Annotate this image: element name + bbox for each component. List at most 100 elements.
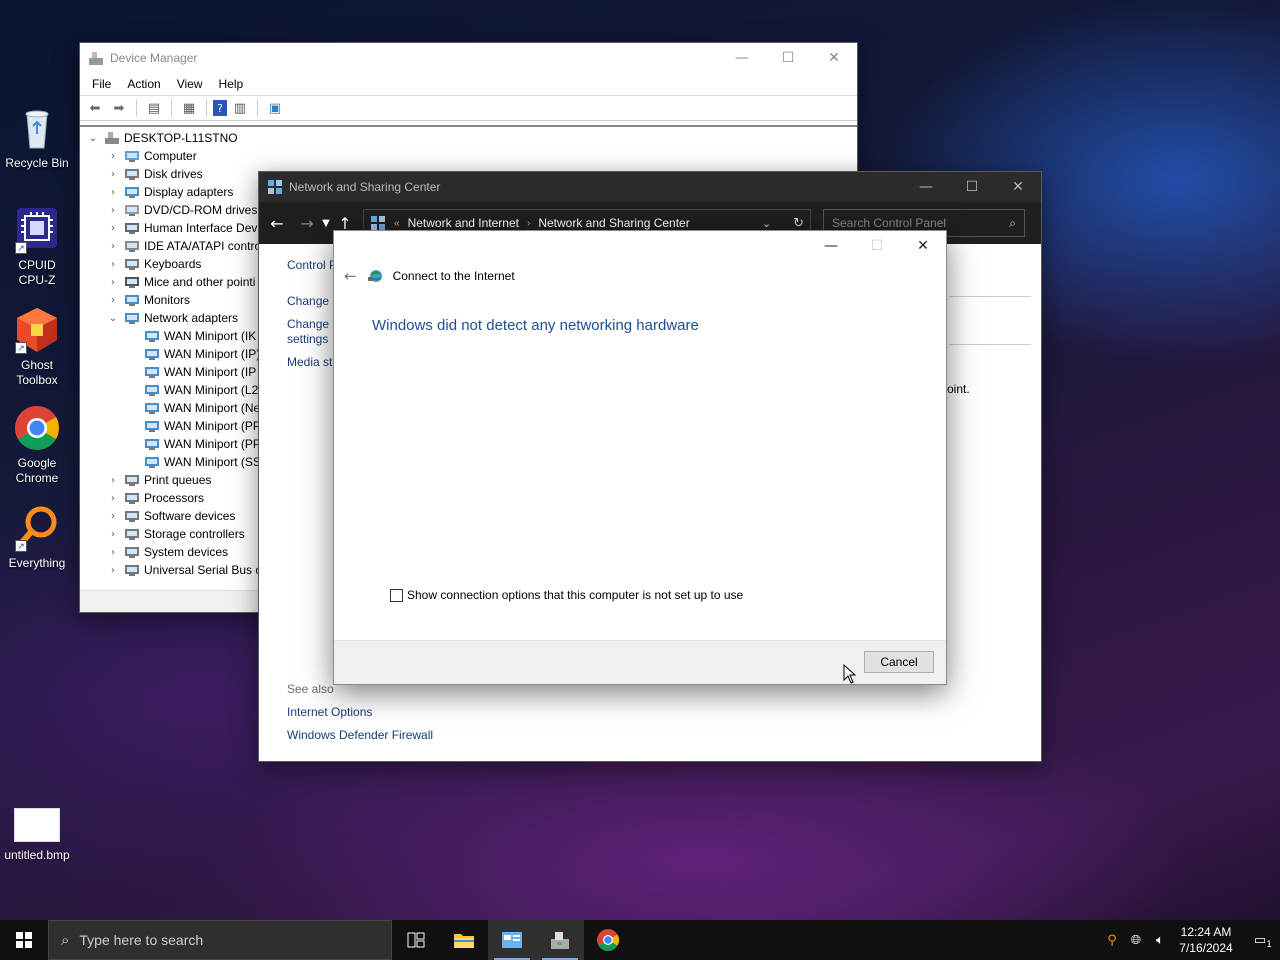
view-icon[interactable]: ▥ <box>229 98 251 118</box>
tree-root[interactable]: ⌄ DESKTOP-L11STNO <box>86 129 238 147</box>
close-button[interactable]: ✕ <box>811 43 857 73</box>
taskbar-chrome[interactable] <box>584 920 632 960</box>
help-icon[interactable]: ? <box>213 100 227 116</box>
tree-network-adapter[interactable]: WAN Miniport (IP <box>126 363 256 381</box>
minimize-button[interactable]: — <box>808 231 854 261</box>
show-options-checkbox-label[interactable]: Show connection options that this comput… <box>407 588 743 602</box>
tree-category[interactable]: › Mice and other pointi <box>106 273 255 291</box>
menu-file[interactable]: File <box>84 77 119 91</box>
taskbar-file-explorer[interactable] <box>440 920 488 960</box>
volume-muted-icon[interactable]: 🔈︎ <box>1148 933 1172 948</box>
clock[interactable]: 12:24 AM 7/16/2024 <box>1172 924 1240 956</box>
back-arrow-icon[interactable]: ⬅ <box>84 98 106 118</box>
tree-network-adapter[interactable]: WAN Miniport (PP <box>126 435 261 453</box>
expand-chevron-icon[interactable]: › <box>106 277 120 288</box>
expand-chevron-icon[interactable]: › <box>106 493 120 504</box>
see-also-internet-options[interactable]: Internet Options <box>287 705 372 719</box>
collapse-chevron-icon[interactable]: ⌄ <box>106 313 120 324</box>
expand-chevron-icon[interactable]: › <box>106 151 120 162</box>
tree-category[interactable]: › Keyboards <box>106 255 201 273</box>
tree-category[interactable]: › Computer <box>106 147 197 165</box>
desktop-icon-ghost-toolbox[interactable]: ↗ Ghost Toolbox <box>0 306 74 388</box>
nsc-titlebar[interactable]: Network and Sharing Center — ☐ ✕ <box>259 172 1041 202</box>
tree-category[interactable]: › Monitors <box>106 291 190 309</box>
menu-view[interactable]: View <box>169 77 211 91</box>
forward-arrow-icon[interactable]: ➡ <box>108 98 130 118</box>
menu-help[interactable]: Help <box>211 77 252 91</box>
taskbar-search-box[interactable]: ⌕ Type here to search <box>48 920 392 960</box>
breadcrumb-network-internet[interactable]: Network and Internet <box>408 216 519 230</box>
expand-chevron-icon[interactable]: › <box>106 475 120 486</box>
tree-category[interactable]: › System devices <box>106 543 228 561</box>
tree-category[interactable]: › Display adapters <box>106 183 233 201</box>
tree-category[interactable]: ⌄ Network adapters <box>106 309 238 327</box>
taskbar-control-panel[interactable] <box>488 920 536 960</box>
tree-category[interactable]: › Universal Serial Bus co <box>106 561 268 579</box>
address-dropdown-chevron-icon[interactable]: ⌄ <box>762 217 771 230</box>
properties-icon[interactable]: ▦ <box>178 98 200 118</box>
expand-chevron-icon[interactable]: › <box>106 169 120 180</box>
tree-category[interactable]: › Disk drives <box>106 165 203 183</box>
tree-network-adapter[interactable]: WAN Miniport (Ne <box>126 399 260 417</box>
expand-chevron-icon[interactable]: › <box>106 241 120 252</box>
show-options-checkbox[interactable] <box>390 588 403 602</box>
close-button[interactable]: ✕ <box>995 172 1041 202</box>
sidebar-link-change-adapter[interactable]: Change a <box>287 294 339 308</box>
sidebar-link-control-panel-home[interactable]: Control P <box>287 258 337 272</box>
expand-chevron-icon[interactable]: › <box>106 295 120 306</box>
refresh-icon[interactable]: ↻ <box>793 215 804 231</box>
task-view-button[interactable] <box>392 920 440 960</box>
desktop-icon-chrome[interactable]: Google Chrome <box>0 404 74 486</box>
minimize-button[interactable]: — <box>719 43 765 73</box>
start-button[interactable] <box>0 920 48 960</box>
expand-chevron-icon[interactable]: › <box>106 547 120 558</box>
desktop-icon-cpuz[interactable]: ↗ CPUID CPU-Z <box>0 206 74 288</box>
desktop-icon-recycle-bin[interactable]: Recycle Bin <box>0 104 74 171</box>
scan-hardware-icon[interactable]: ▣ <box>264 98 286 118</box>
sidebar-link-settings[interactable]: settings <box>287 332 328 346</box>
tree-category[interactable]: › IDE ATA/ATAPI contro <box>106 237 261 255</box>
tree-network-adapter[interactable]: WAN Miniport (IP) <box>126 345 260 363</box>
tree-category[interactable]: › DVD/CD-ROM drives <box>106 201 257 219</box>
tree-network-adapter[interactable]: WAN Miniport (IK <box>126 327 256 345</box>
maximize-button[interactable]: ☐ <box>765 43 811 73</box>
expand-chevron-icon[interactable]: › <box>106 565 120 576</box>
tree-category[interactable]: › Storage controllers <box>106 525 245 543</box>
recent-locations-chevron-icon[interactable]: ▼ <box>319 218 333 229</box>
expand-chevron-icon[interactable]: › <box>106 259 120 270</box>
everything-tray-icon[interactable]: ⚲ <box>1100 933 1124 948</box>
network-globe-icon[interactable]: 🌐︎ <box>1124 933 1148 948</box>
tree-category[interactable]: › Processors <box>106 489 204 507</box>
show-hide-console-tree-icon[interactable]: ▤ <box>143 98 165 118</box>
expand-chevron-icon[interactable]: › <box>106 529 120 540</box>
desktop-icon-untitled-bmp[interactable]: untitled.bmp <box>0 808 74 863</box>
expand-chevron-icon[interactable]: › <box>106 187 120 198</box>
menu-action[interactable]: Action <box>119 77 168 91</box>
see-also-defender-firewall[interactable]: Windows Defender Firewall <box>287 728 433 742</box>
taskbar-device-manager[interactable] <box>536 920 584 960</box>
forward-arrow-icon[interactable]: → <box>295 214 319 233</box>
collapse-chevron-icon[interactable]: ⌄ <box>86 133 100 144</box>
close-button[interactable]: ✕ <box>900 231 946 261</box>
cancel-button[interactable]: Cancel <box>864 651 934 673</box>
expand-chevron-icon[interactable]: › <box>106 205 120 216</box>
expand-chevron-icon[interactable]: › <box>106 223 120 234</box>
maximize-button[interactable]: ☐ <box>949 172 995 202</box>
show-options-checkbox-row[interactable]: Show connection options that this comput… <box>390 588 743 602</box>
tree-network-adapter[interactable]: WAN Miniport (PP <box>126 417 261 435</box>
tree-category[interactable]: › Software devices <box>106 507 235 525</box>
minimize-button[interactable]: — <box>903 172 949 202</box>
tree-network-adapter[interactable]: WAN Miniport (L2 <box>126 381 258 399</box>
tree-category[interactable]: › Human Interface Devi <box>106 219 260 237</box>
back-arrow-icon[interactable]: ← <box>344 267 357 285</box>
device-manager-titlebar[interactable]: Device Manager — ☐ ✕ <box>80 43 857 73</box>
sidebar-link-change-advanced[interactable]: Change a <box>287 317 339 331</box>
desktop-icon-everything[interactable]: ↗ Everything <box>0 504 74 571</box>
tree-network-adapter[interactable]: WAN Miniport (SS <box>126 453 261 471</box>
action-center-icon[interactable]: ▭ 1 <box>1240 933 1280 950</box>
breadcrumb-network-sharing-center[interactable]: Network and Sharing Center <box>538 216 689 230</box>
tree-category[interactable]: › Print queues <box>106 471 211 489</box>
expand-chevron-icon[interactable]: › <box>106 511 120 522</box>
sidebar-link-media-streaming[interactable]: Media st <box>287 355 332 369</box>
back-arrow-icon[interactable]: ← <box>265 214 289 233</box>
